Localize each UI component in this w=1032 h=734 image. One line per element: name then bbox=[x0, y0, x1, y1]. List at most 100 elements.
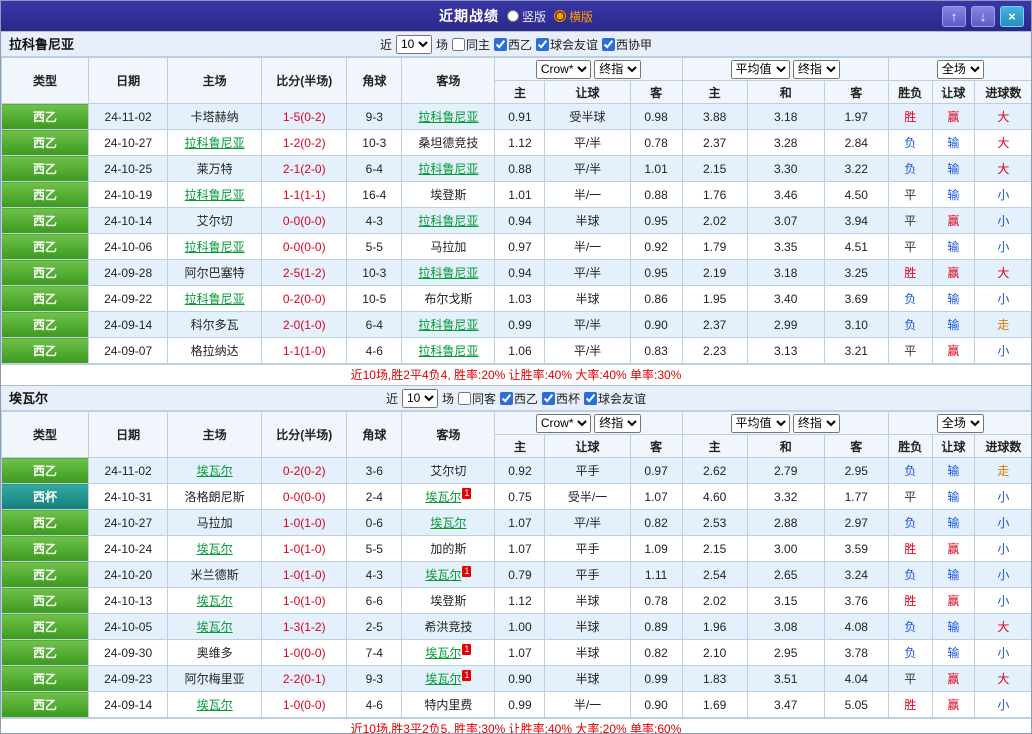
team-link[interactable]: 奥维多 bbox=[197, 646, 233, 660]
team-link[interactable]: 科尔多瓦 bbox=[191, 318, 239, 332]
away-odds-cell: 0.95 bbox=[629, 207, 683, 234]
team-link[interactable]: 埃登斯 bbox=[430, 188, 466, 202]
team-link[interactable]: 桑坦德竞技 bbox=[418, 136, 478, 150]
team-link[interactable]: 马拉加 bbox=[430, 240, 466, 254]
team-link[interactable]: 拉科鲁尼亚 bbox=[185, 292, 245, 306]
team-link[interactable]: 埃瓦尔 bbox=[430, 516, 466, 530]
result-cell: 平 bbox=[887, 207, 933, 234]
col-header-date: 日期 bbox=[88, 57, 169, 104]
team-link[interactable]: 米兰德斯 bbox=[191, 568, 239, 582]
scope-select[interactable]: 全场 bbox=[936, 59, 984, 79]
team-link[interactable]: 艾尔切 bbox=[430, 464, 466, 478]
team-link[interactable]: 阿尔巴塞特 bbox=[185, 266, 245, 280]
match-count-select[interactable]: 10 bbox=[395, 34, 432, 54]
odds-company-select[interactable]: Crow* bbox=[535, 59, 591, 79]
team-link[interactable]: 阿尔梅里亚 bbox=[185, 672, 245, 686]
home-odds-cell: 1.12 bbox=[494, 587, 546, 614]
scope-select[interactable]: 全场 bbox=[936, 413, 984, 433]
handicap-cell: 半/一 bbox=[544, 691, 631, 718]
team-link[interactable]: 埃瓦尔 bbox=[425, 672, 461, 686]
result-cell: 负 bbox=[887, 613, 933, 640]
away-team-cell: 艾尔切 bbox=[401, 457, 496, 484]
layout-vertical-option[interactable]: 竖版 bbox=[506, 8, 546, 25]
handicap-result-cell: 赢 bbox=[931, 665, 975, 692]
filter-same-venue[interactable]: 同客 bbox=[457, 390, 496, 407]
filter-league-1[interactable]: 西乙 bbox=[494, 36, 532, 53]
match-row: 西乙 24-10-13 埃瓦尔 1-0(1-0) 6-6 埃登斯 1.12 半球 0.78 2.0… bbox=[1, 587, 1031, 614]
league-checkbox[interactable] bbox=[542, 391, 556, 405]
layout-horizontal-radio[interactable] bbox=[554, 10, 566, 22]
same-venue-checkbox[interactable] bbox=[451, 37, 465, 51]
away-odds-cell: 0.97 bbox=[629, 457, 683, 484]
team-link[interactable]: 拉科鲁尼亚 bbox=[418, 318, 478, 332]
average-time-select[interactable]: 终指 bbox=[792, 59, 840, 79]
team-link[interactable]: 拉科鲁尼亚 bbox=[418, 162, 478, 176]
layout-horizontal-option[interactable]: 横版 bbox=[554, 8, 593, 25]
scroll-up-button[interactable]: ↑ bbox=[942, 5, 966, 27]
goals-result-cell: 大 bbox=[973, 155, 1031, 182]
team-link[interactable]: 埃瓦尔 bbox=[425, 568, 461, 582]
odds-company-select[interactable]: Crow* bbox=[535, 413, 591, 433]
team-link[interactable]: 格拉纳达 bbox=[191, 344, 239, 358]
team-link[interactable]: 埃瓦尔 bbox=[425, 490, 461, 504]
same-venue-checkbox[interactable] bbox=[457, 391, 471, 405]
team-link[interactable]: 埃瓦尔 bbox=[197, 594, 233, 608]
team-link[interactable]: 埃瓦尔 bbox=[197, 542, 233, 556]
filter-same-venue[interactable]: 同主 bbox=[451, 36, 490, 53]
scroll-down-button[interactable]: ↓ bbox=[971, 5, 995, 27]
corner-cell: 5-5 bbox=[346, 233, 403, 260]
layout-vertical-radio[interactable] bbox=[506, 10, 519, 22]
team-link[interactable]: 卡塔赫纳 bbox=[191, 110, 239, 124]
team-link[interactable]: 拉科鲁尼亚 bbox=[418, 110, 478, 124]
team-link[interactable]: 布尔戈斯 bbox=[424, 292, 472, 306]
result-cell: 平 bbox=[887, 181, 933, 208]
filter-league-2[interactable]: 球会友谊 bbox=[536, 36, 598, 53]
team-link[interactable]: 埃瓦尔 bbox=[197, 698, 233, 712]
team-link[interactable]: 艾尔切 bbox=[197, 214, 233, 228]
league-checkbox[interactable] bbox=[584, 391, 598, 405]
filter-league-3[interactable]: 西协甲 bbox=[602, 36, 652, 53]
team-link[interactable]: 特内里费 bbox=[424, 698, 472, 712]
team-link[interactable]: 马拉加 bbox=[197, 516, 233, 530]
odds-time-select[interactable]: 终指 bbox=[594, 59, 642, 79]
league-checkbox[interactable] bbox=[536, 37, 550, 51]
score-cell: 0-2(0-0) bbox=[261, 285, 348, 312]
league-type-cell: 西乙 bbox=[1, 457, 90, 484]
team-link[interactable]: 埃瓦尔 bbox=[197, 620, 233, 634]
team-link[interactable]: 拉科鲁尼亚 bbox=[418, 266, 478, 280]
odds-time-select[interactable]: 终指 bbox=[594, 413, 642, 433]
team-link[interactable]: 洛格朗尼斯 bbox=[185, 490, 245, 504]
team-link[interactable]: 希洪竞技 bbox=[424, 620, 472, 634]
filter-league-1[interactable]: 西乙 bbox=[500, 390, 538, 407]
team-link[interactable]: 拉科鲁尼亚 bbox=[185, 136, 245, 150]
team-link[interactable]: 埃登斯 bbox=[430, 594, 466, 608]
handicap-result-cell: 赢 bbox=[931, 103, 975, 130]
corner-cell: 3-6 bbox=[346, 457, 403, 484]
result-cell: 负 bbox=[887, 285, 933, 312]
date-cell: 24-09-23 bbox=[88, 665, 169, 692]
team-link[interactable]: 拉科鲁尼亚 bbox=[418, 214, 478, 228]
filter-league-2[interactable]: 西杯 bbox=[542, 390, 580, 407]
league-checkbox[interactable] bbox=[500, 391, 513, 405]
team-link[interactable]: 拉科鲁尼亚 bbox=[185, 188, 245, 202]
team-link[interactable]: 拉科鲁尼亚 bbox=[418, 344, 478, 358]
team-link[interactable]: 莱万特 bbox=[197, 162, 233, 176]
near-label: 近 bbox=[379, 37, 392, 52]
match-count-select[interactable]: 10 bbox=[401, 388, 438, 408]
avg-home-cell: 2.02 bbox=[681, 587, 748, 614]
league-checkbox[interactable] bbox=[602, 37, 616, 51]
team-link[interactable]: 埃瓦尔 bbox=[197, 464, 233, 478]
close-button[interactable]: × bbox=[1000, 5, 1024, 27]
layout-vertical-label: 竖版 bbox=[521, 9, 546, 24]
average-select[interactable]: 平均值 bbox=[730, 413, 790, 433]
corner-cell: 9-3 bbox=[346, 103, 403, 130]
filter-league-3[interactable]: 球会友谊 bbox=[584, 390, 646, 407]
team-link[interactable]: 拉科鲁尼亚 bbox=[185, 240, 245, 254]
league-checkbox[interactable] bbox=[494, 37, 507, 51]
team-link[interactable]: 埃瓦尔 bbox=[425, 646, 461, 660]
date-cell: 24-10-13 bbox=[88, 587, 169, 614]
titlebar: 近期战绩 竖版 横版 ↑ ↓ × bbox=[1, 1, 1031, 31]
average-select[interactable]: 平均值 bbox=[730, 59, 790, 79]
average-time-select[interactable]: 终指 bbox=[792, 413, 840, 433]
team-link[interactable]: 加的斯 bbox=[430, 542, 466, 556]
